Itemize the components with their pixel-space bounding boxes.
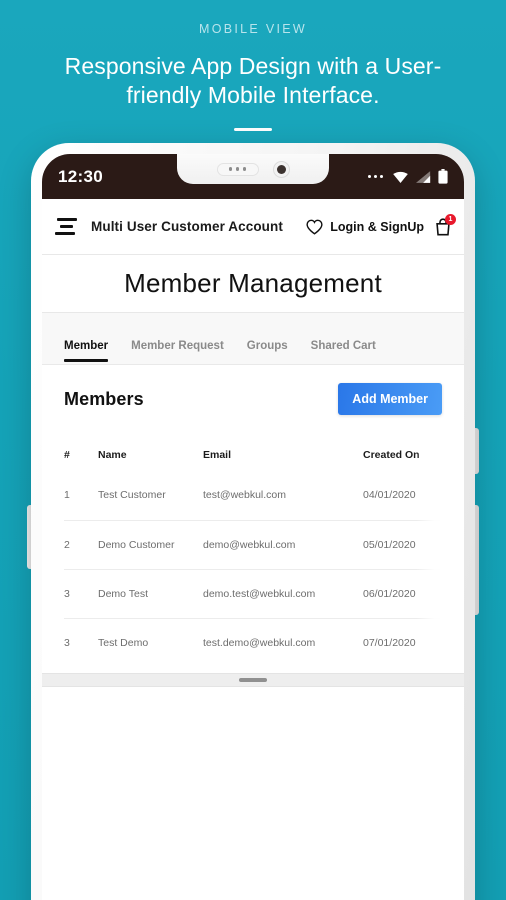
table-row[interactable]: 3 Demo Test demo.test@webkul.com 06/01/2… xyxy=(64,569,442,618)
cell-email: demo.test@webkul.com xyxy=(203,587,316,600)
promo-title: Responsive App Design with a User-friend… xyxy=(64,53,442,109)
cart-badge: 1 xyxy=(445,213,456,225)
cell-index: 2 xyxy=(64,538,70,551)
cell-email: demo@webkul.com xyxy=(203,538,296,551)
cell-name: Demo Test xyxy=(98,587,148,600)
add-member-button[interactable]: Add Member xyxy=(338,383,442,415)
tab-shared-cart[interactable]: Shared Cart xyxy=(311,340,376,364)
table-row[interactable]: 1 Test Customer test@webkul.com 04/01/20… xyxy=(64,471,442,520)
promo-divider xyxy=(234,127,272,131)
cell-index: 1 xyxy=(64,489,70,502)
hamburger-menu-icon[interactable] xyxy=(55,218,77,235)
signal-icon xyxy=(416,170,431,183)
promo-header: MOBILE VIEW Responsive App Design with a… xyxy=(0,0,506,131)
drag-handle-icon[interactable] xyxy=(239,678,267,682)
tab-member[interactable]: Member xyxy=(64,340,109,364)
sheet-separator[interactable] xyxy=(42,673,464,687)
page-title: Member Management xyxy=(42,255,464,313)
members-panel: Members Add Member # Name Email Created … xyxy=(42,365,464,667)
phone-notch xyxy=(177,154,329,184)
cell-created-on: 07/01/2020 xyxy=(363,636,416,649)
status-bar: 12:30 xyxy=(42,154,464,199)
column-header-name: Name xyxy=(98,449,127,461)
login-signup-link[interactable]: Login & SignUp xyxy=(330,220,424,234)
column-header-email: Email xyxy=(203,449,232,461)
phone-mockup: 12:30 Multi User Customer Account Login … xyxy=(27,143,479,900)
cell-created-on: 05/01/2020 xyxy=(363,538,416,551)
wifi-icon xyxy=(393,171,408,183)
battery-icon xyxy=(438,169,448,184)
members-table-scroll[interactable]: # Name Email Created On Status 1 Test Cu… xyxy=(64,439,442,667)
tab-groups[interactable]: Groups xyxy=(247,340,288,364)
promo-eyebrow: MOBILE VIEW xyxy=(199,22,307,36)
cart-button[interactable]: 1 xyxy=(435,213,456,236)
heart-icon[interactable] xyxy=(306,219,323,235)
cell-name: Demo Customer xyxy=(98,538,175,551)
cell-email: test@webkul.com xyxy=(203,489,287,502)
members-panel-header: Members Add Member xyxy=(64,383,442,415)
column-header-created-on: Created On xyxy=(363,449,420,461)
table-row[interactable]: 2 Demo Customer demo@webkul.com 05/01/20… xyxy=(64,520,442,569)
front-camera-icon xyxy=(272,160,290,178)
members-heading: Members xyxy=(64,388,144,409)
cell-email: test.demo@webkul.com xyxy=(203,636,316,649)
speaker-grille-icon xyxy=(216,162,259,176)
brand-title: Multi User Customer Account xyxy=(91,219,283,234)
members-table: # Name Email Created On Status 1 Test Cu… xyxy=(64,439,442,667)
tab-member-request[interactable]: Member Request xyxy=(131,340,224,364)
header-actions: Login & SignUp 1 xyxy=(306,213,456,236)
phone-screen: 12:30 Multi User Customer Account Login … xyxy=(42,154,464,900)
column-header-index: # xyxy=(64,449,70,461)
cell-index: 3 xyxy=(64,587,70,600)
status-time: 12:30 xyxy=(58,166,103,186)
cell-name: Test Demo xyxy=(98,636,149,649)
cell-index: 3 xyxy=(64,636,70,649)
status-icons xyxy=(367,169,449,184)
more-dots-icon xyxy=(367,174,383,179)
app-header: Multi User Customer Account Login & Sign… xyxy=(42,199,464,255)
phone-frame: 12:30 Multi User Customer Account Login … xyxy=(31,143,475,900)
table-row[interactable]: 3 Test Demo test.demo@webkul.com 07/01/2… xyxy=(64,618,442,667)
cell-created-on: 04/01/2020 xyxy=(363,489,416,502)
cell-name: Test Customer xyxy=(98,489,166,502)
cell-created-on: 06/01/2020 xyxy=(363,587,416,600)
table-header-row: # Name Email Created On Status xyxy=(64,439,442,471)
tab-bar: Member Member Request Groups Shared Cart xyxy=(42,313,464,365)
